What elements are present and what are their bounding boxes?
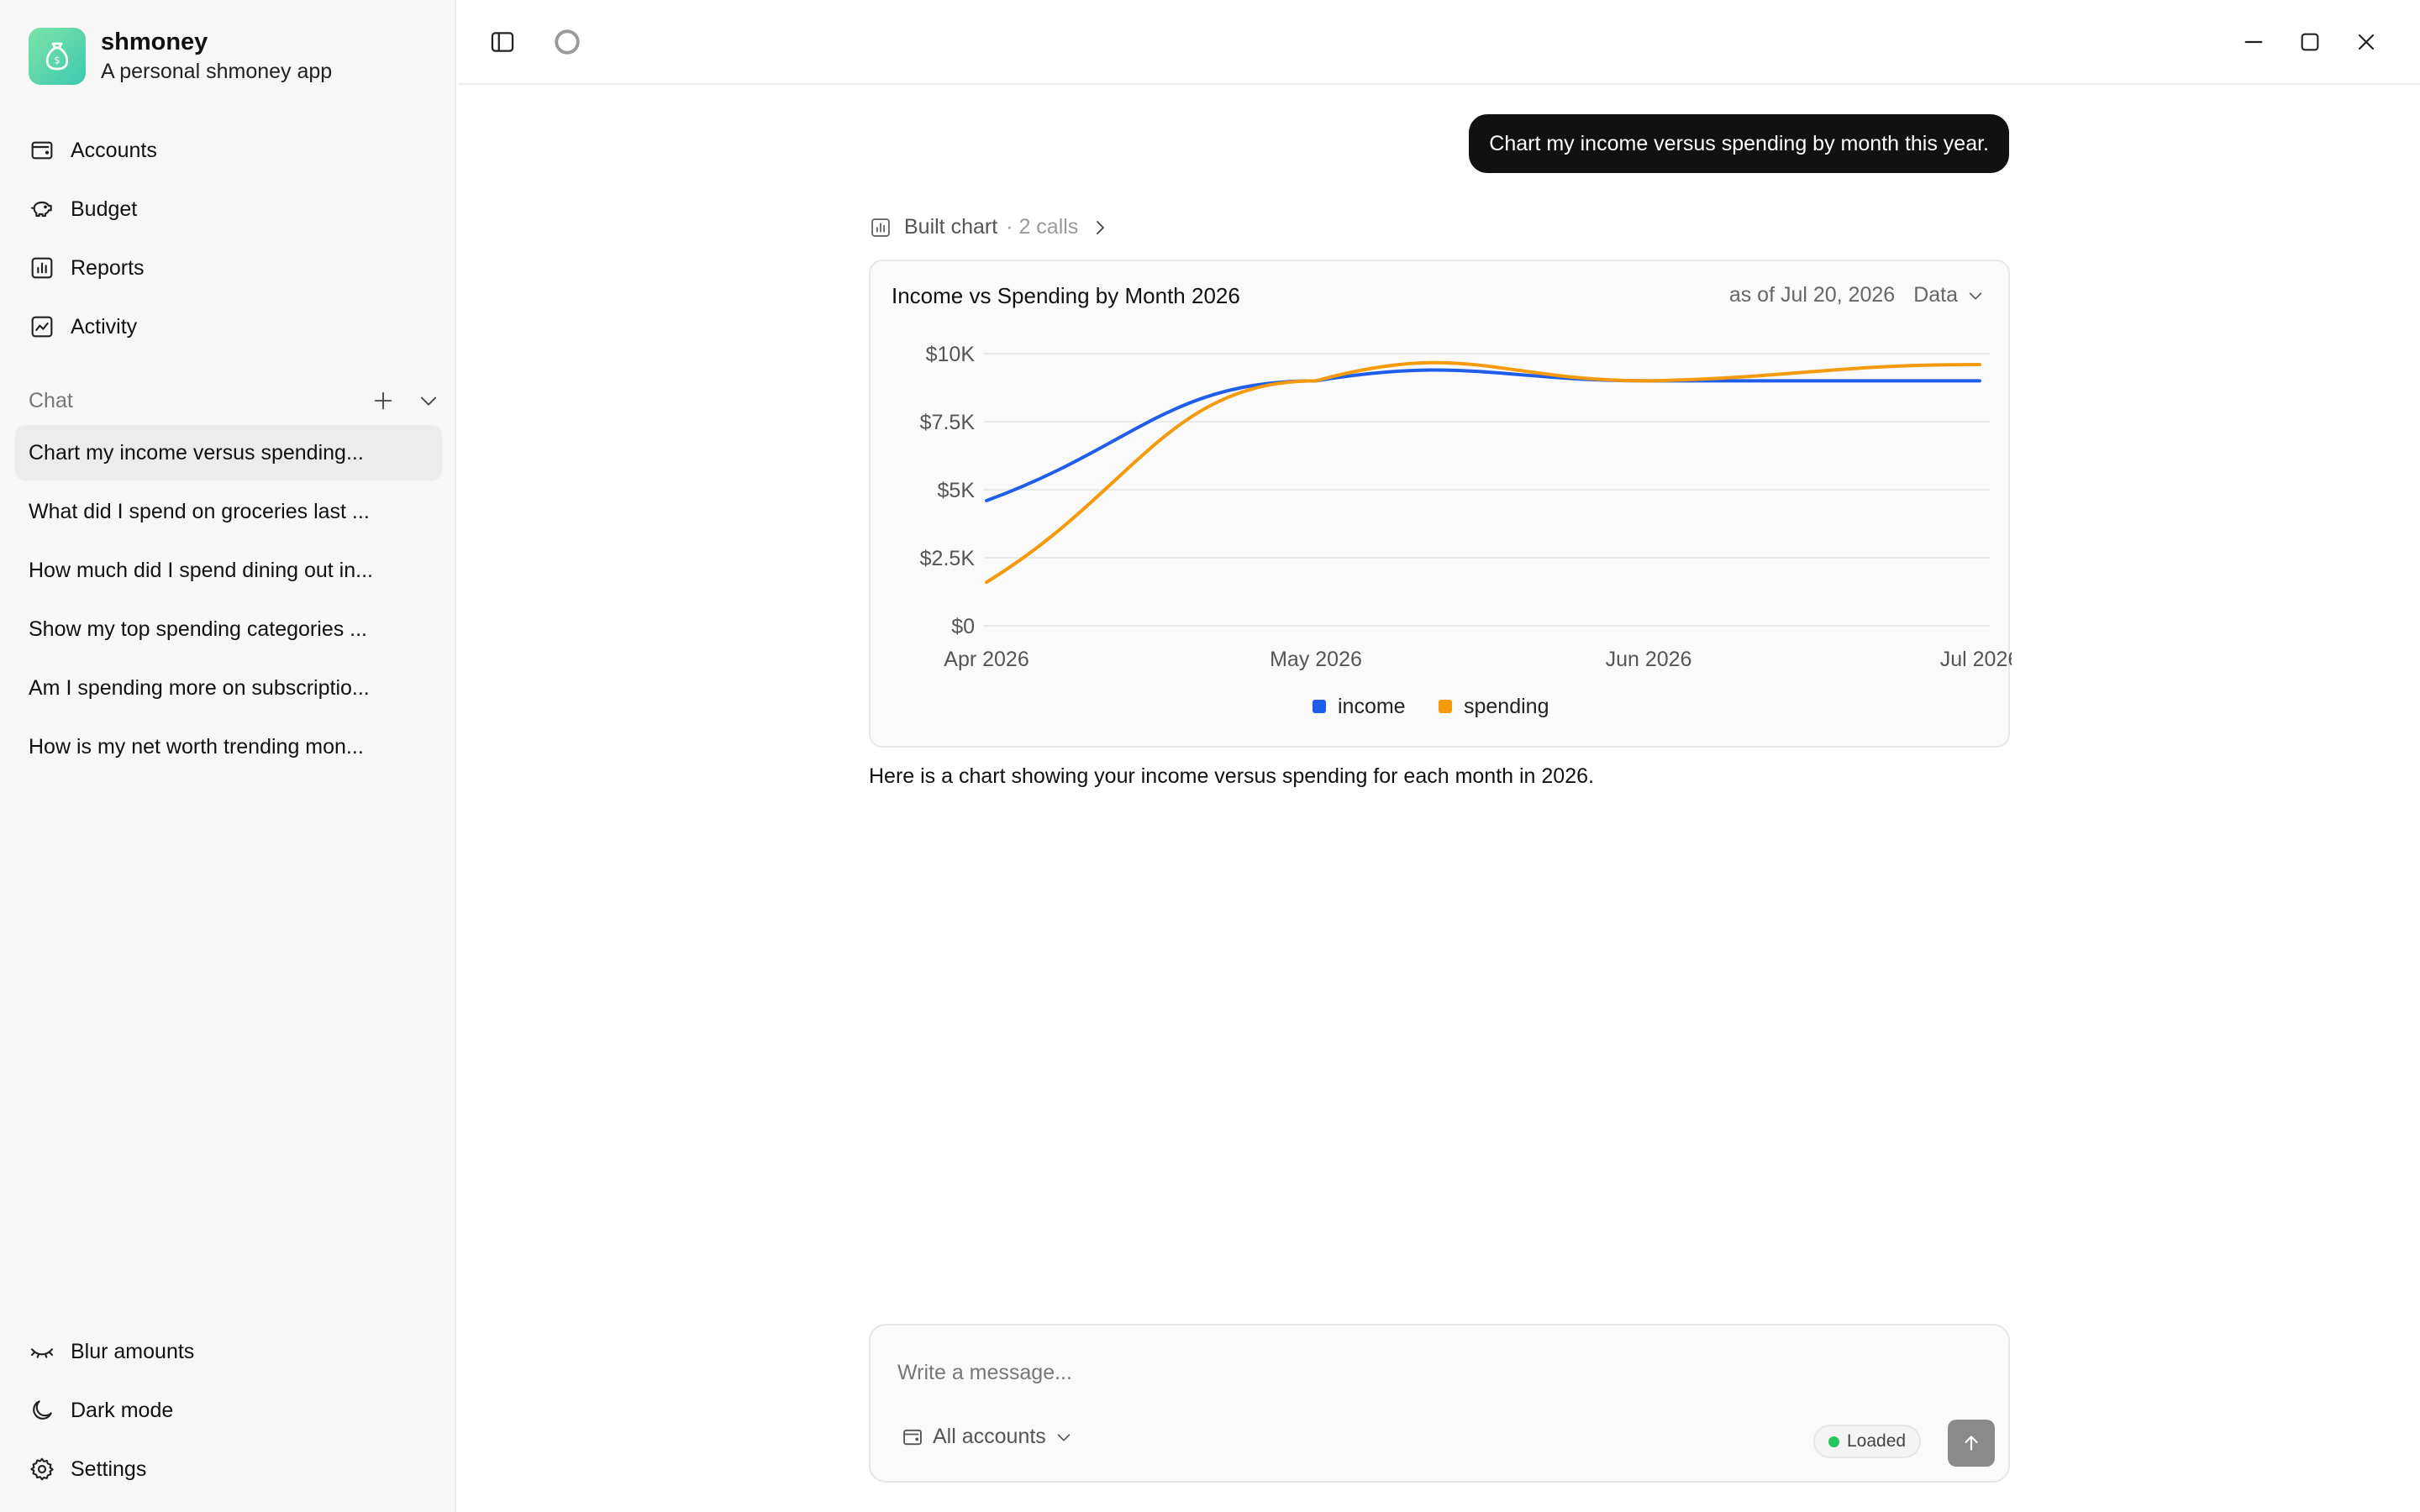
sidebar-footer: Blur amounts Dark mode Settings bbox=[15, 1322, 442, 1499]
nav-label: Reports bbox=[71, 255, 145, 280]
app-window: $ shmoney A personal shmoney app Account… bbox=[0, 0, 2420, 1512]
bar-chart-icon bbox=[871, 218, 890, 237]
send-button[interactable] bbox=[1948, 1420, 1995, 1467]
account-filter-label: All accounts bbox=[933, 1425, 1046, 1448]
user-message-bubble: Chart my income versus spending by month… bbox=[1469, 114, 2009, 173]
chevron-down-icon bbox=[1057, 1433, 1071, 1441]
arrow-up-icon bbox=[1965, 1436, 1978, 1451]
chat-history-item[interactable]: How is my net worth trending mon... bbox=[15, 719, 442, 774]
settings-label: Settings bbox=[71, 1457, 147, 1481]
nav-label: Accounts bbox=[71, 138, 157, 162]
svg-text:$: $ bbox=[54, 54, 60, 66]
main-nav: Accounts Budget Reports Activity bbox=[15, 121, 442, 356]
x-tick-label: May 2026 bbox=[1270, 648, 1362, 671]
minimize-icon bbox=[2244, 40, 2263, 44]
assistant-message: Here is a chart showing your income vers… bbox=[869, 764, 1594, 788]
y-tick-label: $5K bbox=[938, 479, 976, 502]
dark-mode-toggle[interactable]: Dark mode bbox=[15, 1381, 442, 1440]
y-tick-label: $7.5K bbox=[920, 411, 976, 434]
toggle-sidebar-button[interactable] bbox=[488, 28, 517, 56]
chat-section-label: Chat bbox=[29, 388, 73, 412]
brand: $ shmoney A personal shmoney app bbox=[29, 27, 332, 86]
sidebar: $ shmoney A personal shmoney app Account… bbox=[0, 0, 456, 1512]
message-composer: All accounts Loaded bbox=[869, 1324, 2010, 1483]
chart-card: Income vs Spending by Month 2026 as of J… bbox=[869, 260, 2012, 748]
tool-call-label: Built chart bbox=[904, 215, 998, 239]
legend-label-income: income bbox=[1338, 695, 1406, 718]
plus-icon bbox=[374, 391, 392, 410]
nav-item-budget[interactable]: Budget bbox=[15, 180, 442, 239]
money-bag-icon: $ bbox=[29, 28, 86, 85]
legend-label-spending: spending bbox=[1464, 695, 1549, 718]
window-titlebar bbox=[458, 0, 2420, 85]
blur-amounts-toggle[interactable]: Blur amounts bbox=[15, 1322, 442, 1381]
wallet-icon bbox=[903, 1429, 922, 1445]
message-input[interactable] bbox=[897, 1356, 1973, 1389]
chevron-down-icon bbox=[420, 396, 437, 406]
dark-mode-label: Dark mode bbox=[71, 1398, 174, 1422]
tool-call-summary[interactable]: Built chart · 2 calls bbox=[869, 215, 1122, 239]
moon-icon bbox=[33, 1400, 52, 1420]
status-dot-icon bbox=[1828, 1436, 1839, 1447]
new-chat-button[interactable] bbox=[371, 389, 395, 412]
piggy-bank-icon bbox=[30, 201, 52, 218]
loading-indicator bbox=[552, 27, 582, 57]
eye-closed-icon bbox=[30, 1348, 54, 1358]
chat-history-item[interactable]: How much did I spend dining out in... bbox=[15, 543, 442, 598]
maximize-icon bbox=[2301, 33, 2319, 51]
chat-history-list: Chart my income versus spending... What … bbox=[15, 425, 442, 778]
x-tick-label: Jul 2026 bbox=[1940, 648, 2012, 671]
legend-swatch-income bbox=[1313, 700, 1326, 713]
status-label: Loaded bbox=[1847, 1431, 1907, 1451]
chat-history-item[interactable]: Chart my income versus spending... bbox=[15, 425, 442, 480]
legend-swatch-spending bbox=[1439, 700, 1452, 713]
activity-icon bbox=[31, 316, 53, 338]
close-window-button[interactable] bbox=[2353, 29, 2380, 55]
chevron-right-icon bbox=[1090, 218, 1122, 238]
blur-amounts-label: Blur amounts bbox=[71, 1339, 195, 1363]
chat-history-item[interactable]: What did I spend on groceries last ... bbox=[15, 484, 442, 539]
nav-label: Budget bbox=[71, 197, 138, 221]
tool-call-count: · 2 calls bbox=[1006, 215, 1079, 239]
x-tick-label: Jun 2026 bbox=[1606, 648, 1692, 671]
sidebar-toggle-icon bbox=[491, 32, 514, 52]
gear-icon bbox=[30, 1457, 54, 1481]
loading-spinner-icon bbox=[555, 29, 580, 55]
line-chart: $0 $2.5K $5K $7.5K $10K Apr 2026 May 2026 Jun 2… bbox=[920, 343, 2012, 718]
app-name: shmoney bbox=[101, 29, 208, 55]
x-tick-label: Apr 2026 bbox=[944, 648, 1028, 671]
nav-item-activity[interactable]: Activity bbox=[15, 297, 442, 356]
close-icon bbox=[2358, 34, 2375, 50]
app-subtitle: A personal shmoney app bbox=[101, 60, 333, 83]
bar-chart-icon bbox=[31, 257, 53, 279]
nav-item-accounts[interactable]: Accounts bbox=[15, 121, 442, 180]
chat-section-header: Chat bbox=[29, 380, 440, 422]
status-badge: Loaded bbox=[1813, 1425, 1922, 1458]
series-line-spending bbox=[985, 360, 1981, 585]
collapse-chats-button[interactable] bbox=[417, 389, 440, 412]
y-tick-label: $0 bbox=[951, 615, 975, 638]
nav-item-reports[interactable]: Reports bbox=[15, 239, 442, 297]
chat-history-item[interactable]: Show my top spending categories ... bbox=[15, 601, 442, 657]
y-tick-label: $10K bbox=[926, 343, 976, 366]
minimize-window-button[interactable] bbox=[2240, 29, 2267, 55]
maximize-window-button[interactable] bbox=[2296, 29, 2323, 55]
settings-button[interactable]: Settings bbox=[15, 1440, 442, 1499]
chat-history-item[interactable]: Am I spending more on subscriptio... bbox=[15, 660, 442, 716]
nav-label: Activity bbox=[71, 314, 138, 339]
account-filter-select[interactable]: All accounts bbox=[901, 1425, 1073, 1449]
y-tick-label: $2.5K bbox=[920, 547, 976, 570]
wallet-icon bbox=[31, 141, 53, 160]
series-line-income bbox=[985, 368, 1981, 502]
